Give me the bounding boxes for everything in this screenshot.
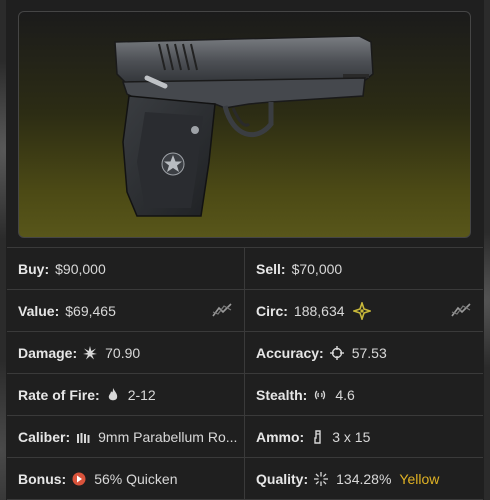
pistol-image [114,35,374,217]
flame-icon [108,387,117,400]
magazine-icon [314,429,321,444]
rof-value: 2-12 [127,386,156,403]
stealth-label: Stealth: [256,386,308,403]
value-value: $69,465 [65,302,116,319]
stats-table: Buy: $90,000 Sell: $70,000 Value: $69,46… [7,247,483,500]
stealth-value: 4.6 [335,386,355,403]
accuracy-label: Accuracy: [256,344,324,361]
trend-chart-icon[interactable] [212,302,232,318]
circ-label: Circ: [256,302,288,319]
stats-row: Caliber: 9mm Parabellum Ro... Ammo: 3 x … [7,416,483,458]
bonus-stat: Bonus: 56% Quicken [7,458,244,499]
buy-label: Buy: [18,260,50,277]
bonus-value: 56% Quicken [94,470,178,487]
crosshair-icon [329,345,344,360]
damage-label: Damage: [18,344,78,361]
circulation-icon [352,301,371,320]
quality-label: Quality: [256,470,309,487]
accuracy-stat: Accuracy: 57.53 [244,332,483,373]
accuracy-value: 57.53 [351,344,387,361]
sound-waves-icon [315,390,326,399]
quicken-icon [72,472,86,485]
caliber-label: Caliber: [18,428,71,445]
market-value: Value: $69,465 [7,290,244,331]
stats-row: Value: $69,465 Circ: 188,634 [7,290,483,332]
buy-price: Buy: $90,000 [7,248,244,289]
quality-value: 134.28% [336,470,392,487]
buy-value: $90,000 [55,260,106,277]
stealth-stat: Stealth: 4.6 [244,374,483,415]
trend-chart-icon[interactable] [451,302,471,318]
bullets-icon [77,432,90,443]
quality-tier: Yellow [399,470,440,487]
stats-row: Damage: 70.90 Accuracy: 57.53 [7,332,483,374]
damage-stat: Damage: 70.90 [7,332,244,373]
ammo-stat: Ammo: 3 x 15 [244,416,483,457]
stats-row: Bonus: 56% Quicken Quality: 134.28% Yell… [7,458,483,500]
damage-value: 70.90 [105,344,141,361]
explosion-icon [83,345,98,359]
stats-row: Buy: $90,000 Sell: $70,000 [7,248,483,290]
ammo-value: 3 x 15 [332,428,371,445]
ammo-label: Ammo: [256,428,305,445]
circulation: Circ: 188,634 [244,290,483,331]
bonus-label: Bonus: [18,470,67,487]
sell-value: $70,000 [291,260,343,277]
rate-of-fire-stat: Rate of Fire: 2-12 [7,374,244,415]
circ-value: 188,634 [293,302,345,319]
sell-price: Sell: $70,000 [244,248,483,289]
quality-stat: Quality: 134.28% Yellow [244,458,483,499]
rof-label: Rate of Fire: [18,386,100,403]
value-label: Value: [18,302,60,319]
sparkle-icon [314,471,329,486]
caliber-stat: Caliber: 9mm Parabellum Ro... [7,416,244,457]
sell-label: Sell: [256,260,286,277]
caliber-value: 9mm Parabellum Ro... [98,428,238,445]
stats-row: Rate of Fire: 2-12 Stealth: 4.6 [7,374,483,416]
item-image-frame [18,11,471,238]
